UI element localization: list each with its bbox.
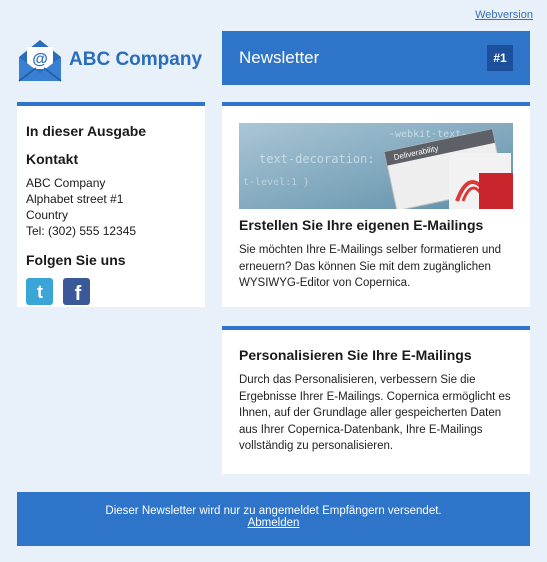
company-name: ABC Company	[69, 49, 203, 70]
follow-heading: Folgen Sie uns	[26, 252, 126, 268]
social-links: t f	[26, 278, 196, 305]
contact-company: ABC Company	[26, 176, 106, 190]
hero-image: -webkit-text- text-decoration: t-level:1…	[239, 123, 513, 209]
footer-note: Dieser Newsletter wird nur zu angemeldet…	[105, 505, 442, 517]
unsubscribe-link[interactable]: Abmelden	[248, 517, 300, 529]
newsletter-header: Newsletter #1	[222, 31, 530, 85]
contact-phone: Tel: (302) 555 12345	[26, 224, 137, 238]
contact-country: Country	[26, 208, 69, 222]
svg-text:@: @	[32, 51, 48, 68]
article-card: -webkit-text- text-decoration: t-level:1…	[222, 102, 530, 307]
article-card: Personalisieren Sie Ihre E-Mailings Durc…	[222, 326, 530, 474]
svg-text:t: t	[37, 282, 43, 302]
footer: Dieser Newsletter wird nur zu angemeldet…	[17, 492, 530, 546]
twitter-icon[interactable]: t	[26, 278, 53, 305]
facebook-icon[interactable]: f	[63, 278, 90, 305]
envelope-at-icon: @	[18, 40, 62, 82]
article-title: Erstellen Sie Ihre eigenen E-Mailings	[239, 217, 484, 233]
svg-text:t-level:1 }: t-level:1 }	[243, 177, 309, 188]
issue-badge: #1	[487, 45, 513, 71]
svg-text:text-decoration:: text-decoration:	[259, 152, 375, 166]
contact-street: Alphabet street #1	[26, 192, 124, 206]
svg-text:f: f	[74, 283, 81, 302]
article-title: Personalisieren Sie Ihre E-Mailings	[239, 347, 472, 363]
article-body: Sie möchten Ihre E-Mailings selber forma…	[239, 244, 502, 289]
article-body: Durch das Personalisieren, verbessern Si…	[239, 374, 511, 452]
company-logo: @ ABC Company	[17, 35, 207, 85]
sidebar: In dieser Ausgabe Kontakt ABC Company Al…	[17, 102, 205, 307]
contact-heading: Kontakt	[26, 151, 79, 167]
webversion-link[interactable]: Webversion	[475, 9, 533, 21]
newsletter-title: Newsletter	[239, 48, 320, 67]
issue-heading: In dieser Ausgabe	[26, 123, 147, 139]
